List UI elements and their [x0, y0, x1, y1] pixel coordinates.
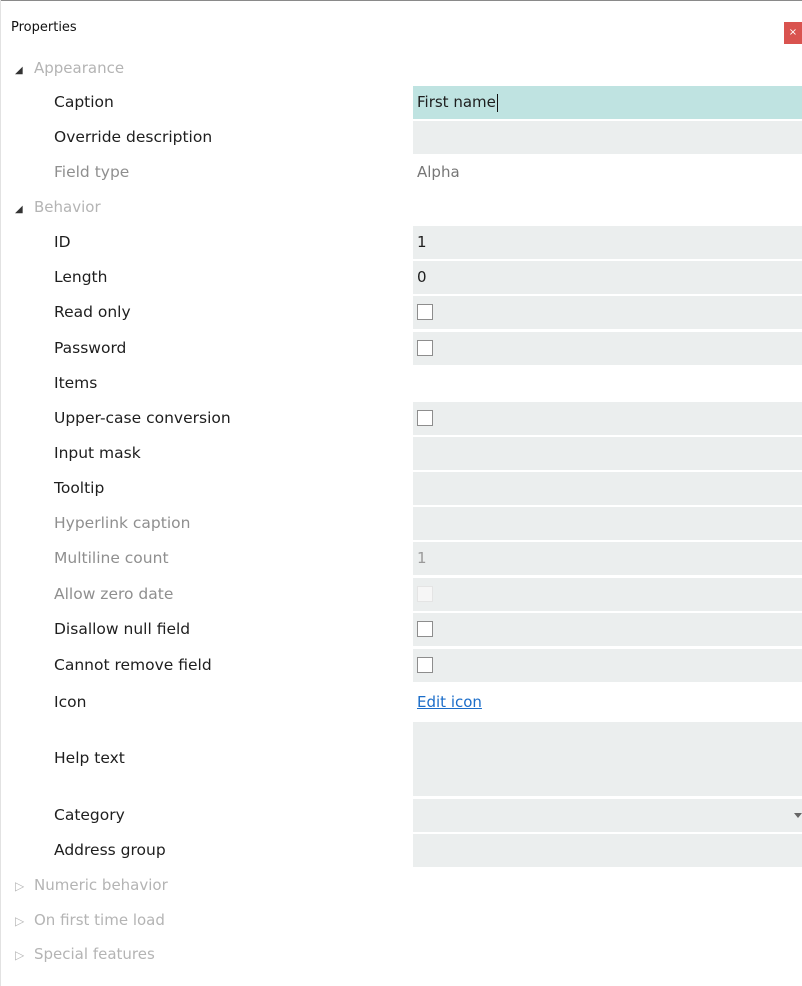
- input-mask-input[interactable]: [413, 437, 802, 470]
- disallow-null-label: Disallow null field: [54, 620, 191, 638]
- cannot-remove-checkbox[interactable]: [417, 657, 433, 673]
- tooltip-label: Tooltip: [54, 479, 105, 497]
- icon-cell: Edit icon: [413, 686, 802, 719]
- category-select[interactable]: [413, 799, 802, 832]
- section-behavior[interactable]: ◢ Behavior: [15, 190, 101, 225]
- property-row-multiline-count: Multiline count 1: [0, 541, 802, 576]
- cannot-remove-label: Cannot remove field: [54, 656, 212, 674]
- property-row-cannot-remove: Cannot remove field: [0, 648, 802, 683]
- hyperlink-caption-input: [413, 507, 802, 540]
- password-cell: [413, 332, 802, 365]
- override-description-label: Override description: [54, 128, 213, 146]
- upper-case-checkbox[interactable]: [417, 410, 433, 426]
- items-label: Items: [54, 374, 98, 392]
- address-group-input[interactable]: [413, 834, 802, 867]
- property-row-category: Category: [0, 798, 802, 833]
- caption-label: Caption: [54, 93, 114, 111]
- property-row-help-text: Help text: [0, 721, 802, 797]
- property-row-tooltip: Tooltip: [0, 471, 802, 506]
- read-only-checkbox[interactable]: [417, 304, 433, 320]
- id-input[interactable]: 1: [413, 226, 802, 259]
- property-row-hyperlink-caption: Hyperlink caption: [0, 506, 802, 541]
- property-row-address-group: Address group: [0, 833, 802, 868]
- tooltip-input[interactable]: [413, 472, 802, 505]
- collapsed-triangle-icon: ▷: [15, 879, 25, 893]
- read-only-cell: [413, 296, 802, 329]
- text-cursor: [496, 93, 498, 112]
- chevron-down-icon: [794, 813, 802, 818]
- section-numeric-behavior-label: Numeric behavior: [34, 876, 168, 894]
- allow-zero-date-label: Allow zero date: [54, 585, 174, 603]
- length-input[interactable]: 0: [413, 261, 802, 294]
- property-row-read-only: Read only: [0, 295, 802, 330]
- items-value[interactable]: [413, 367, 802, 400]
- read-only-label: Read only: [54, 303, 131, 321]
- section-behavior-label: Behavior: [34, 198, 101, 216]
- help-text-input[interactable]: [413, 722, 802, 796]
- password-checkbox[interactable]: [417, 340, 433, 356]
- section-on-first-time-load-label: On first time load: [34, 911, 165, 929]
- override-description-input[interactable]: [413, 121, 802, 154]
- property-row-upper-case: Upper-case conversion: [0, 401, 802, 436]
- address-group-label: Address group: [54, 841, 166, 859]
- section-special-features[interactable]: ▷ Special features: [15, 937, 155, 972]
- field-type-value: Alpha: [413, 156, 802, 189]
- section-special-features-label: Special features: [34, 945, 155, 963]
- section-on-first-time-load[interactable]: ▷ On first time load: [15, 903, 165, 938]
- property-row-allow-zero-date: Allow zero date: [0, 577, 802, 612]
- collapsed-triangle-icon: ▷: [15, 948, 25, 962]
- category-label: Category: [54, 806, 125, 824]
- multiline-count-label: Multiline count: [54, 549, 169, 567]
- disallow-null-checkbox[interactable]: [417, 621, 433, 637]
- section-appearance[interactable]: ◢ Appearance: [15, 51, 124, 86]
- hyperlink-caption-label: Hyperlink caption: [54, 514, 191, 532]
- allow-zero-date-cell: [413, 578, 802, 611]
- multiline-count-input: 1: [413, 542, 802, 575]
- property-row-caption: Caption First name: [0, 85, 802, 120]
- cannot-remove-cell: [413, 649, 802, 682]
- icon-label: Icon: [54, 693, 87, 711]
- property-row-password: Password: [0, 331, 802, 366]
- window-top-border: [0, 0, 802, 1]
- help-text-label: Help text: [54, 749, 125, 767]
- panel-title: Properties: [11, 20, 77, 35]
- expanded-triangle-icon: ◢: [15, 65, 23, 76]
- password-label: Password: [54, 339, 127, 357]
- length-label: Length: [54, 268, 108, 286]
- property-row-length: Length 0: [0, 260, 802, 295]
- caption-input[interactable]: First name: [413, 86, 802, 119]
- property-row-icon: Icon Edit icon: [0, 685, 802, 720]
- expanded-triangle-icon: ◢: [15, 204, 23, 215]
- collapsed-triangle-icon: ▷: [15, 914, 25, 928]
- caption-input-text: First name: [417, 93, 496, 111]
- upper-case-cell: [413, 402, 802, 435]
- property-row-items: Items: [0, 366, 802, 401]
- field-type-label: Field type: [54, 163, 130, 181]
- edit-icon-link[interactable]: Edit icon: [417, 693, 482, 711]
- disallow-null-cell: [413, 613, 802, 646]
- upper-case-label: Upper-case conversion: [54, 409, 231, 427]
- section-numeric-behavior[interactable]: ▷ Numeric behavior: [15, 868, 168, 903]
- property-row-disallow-null: Disallow null field: [0, 612, 802, 647]
- property-row-id: ID 1: [0, 225, 802, 260]
- section-appearance-label: Appearance: [34, 59, 125, 77]
- property-row-field-type: Field type Alpha: [0, 155, 802, 190]
- input-mask-label: Input mask: [54, 444, 141, 462]
- property-row-override-description: Override description: [0, 120, 802, 155]
- close-button[interactable]: ×: [784, 22, 802, 44]
- allow-zero-date-checkbox: [417, 586, 433, 602]
- id-label: ID: [54, 233, 71, 251]
- property-row-input-mask: Input mask: [0, 436, 802, 471]
